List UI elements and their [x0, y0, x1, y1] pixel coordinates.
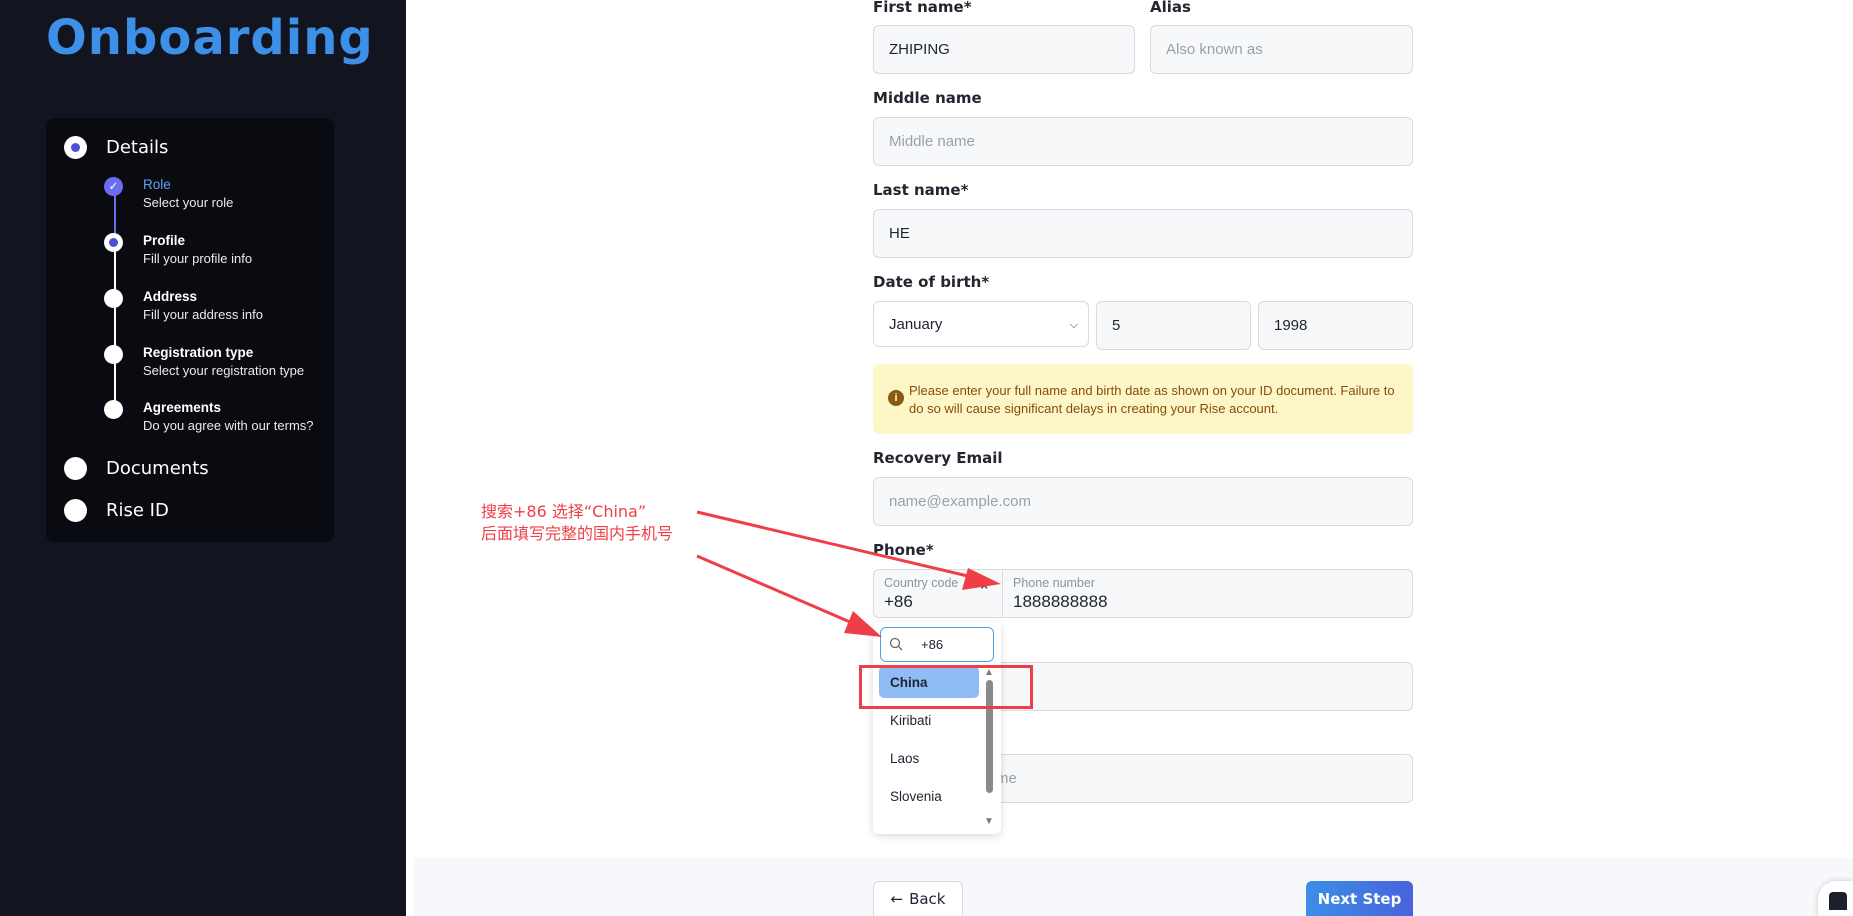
chat-icon: [1829, 892, 1847, 910]
chat-widget-button[interactable]: [1818, 881, 1853, 916]
steps-card: Details ✓ Role Select your role Profile …: [46, 118, 334, 542]
phone-number-label: Phone number: [1013, 576, 1096, 590]
substep-role[interactable]: ✓ Role Select your role: [104, 176, 233, 212]
annotation-line-1: 搜索+86 选择“China”: [481, 502, 647, 521]
country-code-value: +86: [884, 592, 913, 611]
substep-desc: Fill your address info: [143, 307, 263, 322]
first-name-input[interactable]: ZHIPING: [873, 25, 1135, 74]
substep-desc: Fill your profile info: [143, 251, 253, 266]
recovery-email-input[interactable]: name@example.com: [873, 477, 1413, 526]
dob-day-input[interactable]: 5: [1096, 301, 1251, 350]
step-documents[interactable]: Documents: [64, 453, 209, 483]
recovery-email-label: Recovery Email: [873, 449, 1003, 467]
substep-title: Role: [143, 177, 171, 192]
step-label: Documents: [106, 457, 209, 479]
country-code-select[interactable]: Country code +86 ⌃: [874, 570, 1002, 617]
next-step-button[interactable]: Next Step: [1306, 881, 1413, 916]
middle-name-label: Middle name: [873, 89, 982, 107]
pending-dot-icon: [104, 345, 123, 364]
alias-label: Alias: [1150, 0, 1191, 16]
first-name-label: First name*: [873, 0, 972, 16]
annotation-text: 搜索+86 选择“China” 后面填写完整的国内手机号: [481, 501, 673, 545]
substep-profile[interactable]: Profile Fill your profile info: [104, 232, 252, 268]
current-dot-icon: [104, 233, 123, 252]
substep-desc: Select your role: [143, 195, 234, 210]
annotation-highlight-box: [859, 665, 1033, 709]
back-button[interactable]: ← Back: [873, 881, 963, 916]
substep-title: Address: [143, 289, 198, 304]
substep-desc: Do you agree with our terms?: [143, 418, 314, 433]
alias-input[interactable]: Also known as: [1150, 25, 1413, 74]
phone-number-input[interactable]: Phone number 1888888888: [1003, 570, 1412, 617]
step-label: Details: [106, 136, 169, 158]
notice-text: Please enter your full name and birth da…: [909, 383, 1395, 416]
dob-month-select[interactable]: January ⌵: [873, 301, 1089, 347]
substep-title: Agreements: [143, 400, 222, 415]
scroll-down-arrow-icon[interactable]: ▼: [984, 816, 994, 827]
info-icon: i: [888, 390, 904, 406]
phone-field: Country code +86 ⌃ Phone number 18888888…: [873, 569, 1413, 618]
last-name-input[interactable]: HE: [873, 209, 1413, 258]
substep-title: Registration type: [143, 345, 254, 360]
search-icon: [889, 637, 903, 651]
pending-dot-icon: [104, 289, 123, 308]
substep-registration-type[interactable]: Registration type Select your registrati…: [104, 344, 304, 380]
chevron-down-icon: ⌵: [1069, 319, 1078, 331]
footer-bar: [414, 858, 1853, 916]
sidebar: Onboarding Details ✓ Role Select your ro…: [0, 0, 406, 916]
dob-label: Date of birth*: [873, 273, 990, 291]
substep-address[interactable]: Address Fill your address info: [104, 288, 263, 324]
step-active-dot-icon: [64, 135, 87, 159]
country-option-laos[interactable]: Laos: [879, 742, 979, 774]
step-rise-id[interactable]: Rise ID: [64, 495, 169, 525]
step-dot-icon: [64, 456, 87, 480]
step-details[interactable]: Details: [64, 132, 168, 162]
phone-number-value: 1888888888: [1013, 592, 1108, 611]
phone-label: Phone*: [873, 541, 934, 559]
substep-agreements[interactable]: Agreements Do you agree with our terms?: [104, 399, 314, 435]
substep-title: Profile: [143, 233, 186, 248]
dob-month-value: January: [889, 315, 943, 333]
id-notice-banner: i Please enter your full name and birth …: [873, 364, 1413, 434]
step-dot-icon: [64, 498, 87, 522]
pending-dot-icon: [104, 400, 123, 419]
country-code-label: Country code: [884, 576, 959, 590]
brand-title: Onboarding: [46, 10, 374, 66]
chevron-up-icon: ⌃: [978, 583, 991, 600]
country-option-slovenia[interactable]: Slovenia: [879, 780, 979, 812]
substep-desc: Select your registration type: [143, 363, 305, 378]
country-code-dropdown: +86 China Kiribati Laos Slovenia ▲ ▼: [873, 622, 1001, 834]
arrow-left-icon: ←: [890, 890, 904, 908]
middle-name-input[interactable]: Middle name: [873, 117, 1413, 166]
last-name-label: Last name*: [873, 181, 969, 199]
annotation-line-2: 后面填写完整的国内手机号: [481, 524, 674, 543]
step-label: Rise ID: [106, 499, 169, 521]
country-search-input[interactable]: +86: [880, 627, 994, 662]
check-icon: ✓: [104, 177, 123, 196]
back-label: Back: [909, 890, 946, 908]
dob-year-input[interactable]: 1998: [1258, 301, 1413, 350]
country-search-value: +86: [921, 637, 944, 652]
